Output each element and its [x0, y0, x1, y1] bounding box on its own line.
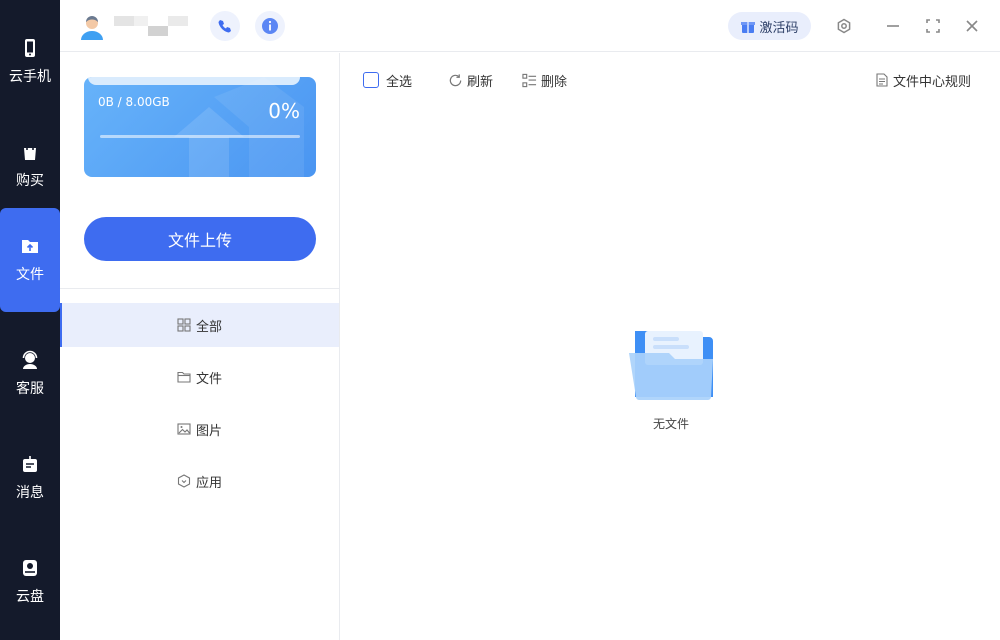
storage-used-text: 0B / 8.00GB [98, 95, 170, 109]
cloud-disk-icon [23, 560, 37, 576]
avatar-icon[interactable] [79, 14, 105, 40]
info-icon [262, 18, 278, 34]
rail-item-files[interactable]: 文件 [0, 208, 60, 312]
info-button[interactable] [255, 11, 285, 41]
maximize-icon [926, 19, 940, 33]
gift-icon [741, 22, 756, 33]
divider [60, 288, 339, 289]
storage-card: 0B / 8.00GB 0% [84, 77, 316, 177]
minimize-button[interactable] [882, 15, 904, 37]
side-rail: 云手机 购买 文件 客服 消息 云盘 [0, 0, 60, 640]
folder-icon [177, 371, 191, 383]
image-icon [177, 423, 191, 435]
empty-folder-icon [629, 331, 713, 400]
upload-file-button[interactable]: 文件上传 [84, 217, 316, 261]
activation-code-button[interactable]: 激活码 [728, 12, 811, 40]
document-icon [876, 73, 888, 87]
cloud-upload-decoration-icon [174, 77, 304, 177]
rail-item-cloud-disk[interactable]: 云盘 [0, 530, 60, 634]
rail-label: 云手机 [9, 69, 51, 85]
delete-label: 删除 [541, 74, 568, 90]
close-icon [966, 20, 978, 32]
activation-code-label: 激活码 [759, 20, 799, 36]
phone-call-button[interactable] [210, 11, 240, 41]
category-apps[interactable]: 应用 [60, 459, 339, 503]
rail-item-buy[interactable]: 购买 [0, 114, 60, 218]
refresh-icon [449, 73, 462, 86]
category-label: 全部 [195, 319, 222, 335]
shopping-bag-icon [24, 143, 36, 160]
headset-icon [22, 350, 38, 369]
close-button[interactable] [961, 15, 983, 37]
refresh-label: 刷新 [467, 74, 494, 90]
file-center-rules-link[interactable]: 文件中心规则 [875, 70, 971, 90]
refresh-button[interactable]: 刷新 [448, 70, 493, 90]
checkbox-box[interactable] [363, 72, 379, 88]
category-files[interactable]: 文件 [60, 355, 339, 399]
top-bar: 激活码 [60, 0, 1000, 52]
file-center-rules-label: 文件中心规则 [893, 74, 972, 90]
rail-label: 消息 [16, 485, 44, 501]
category-label: 图片 [195, 423, 222, 439]
user-name-masked [114, 16, 188, 36]
delete-button[interactable]: 删除 [522, 70, 567, 90]
app-box-icon [177, 474, 191, 488]
maximize-button[interactable] [922, 15, 944, 37]
rail-item-cloud-phone[interactable]: 云手机 [0, 10, 60, 114]
empty-state-label: 无文件 [652, 417, 689, 431]
category-label: 文件 [195, 371, 222, 387]
category-label: 应用 [195, 475, 222, 491]
message-icon [23, 456, 37, 472]
rail-label: 云盘 [16, 589, 44, 605]
folder-upload-icon [22, 240, 38, 253]
select-all-label: 全选 [386, 74, 413, 90]
storage-progress-bar [100, 135, 300, 138]
phone-icon [25, 39, 35, 57]
storage-percent-text: 0% [268, 99, 300, 123]
rail-label: 购买 [16, 173, 44, 189]
minimize-icon [887, 25, 899, 27]
grid-icon [177, 318, 191, 332]
delete-list-icon [522, 73, 537, 87]
rail-item-messages[interactable]: 消息 [0, 426, 60, 530]
settings-button[interactable] [833, 15, 855, 37]
phone-call-icon [218, 20, 231, 33]
select-all-checkbox[interactable]: 全选 [363, 70, 412, 90]
file-category-panel: 0B / 8.00GB 0% 文件上传 全部 文件 图片 应用 [60, 53, 340, 640]
file-list-area: 全选 刷新 删除 文件中心规则 无文件 [341, 53, 1000, 640]
empty-state: 无文件 [611, 323, 731, 432]
rail-label: 客服 [16, 381, 44, 397]
rail-item-service[interactable]: 客服 [0, 322, 60, 426]
rail-label: 文件 [16, 267, 44, 283]
settings-icon [837, 18, 851, 34]
category-all[interactable]: 全部 [60, 303, 339, 347]
category-images[interactable]: 图片 [60, 407, 339, 451]
